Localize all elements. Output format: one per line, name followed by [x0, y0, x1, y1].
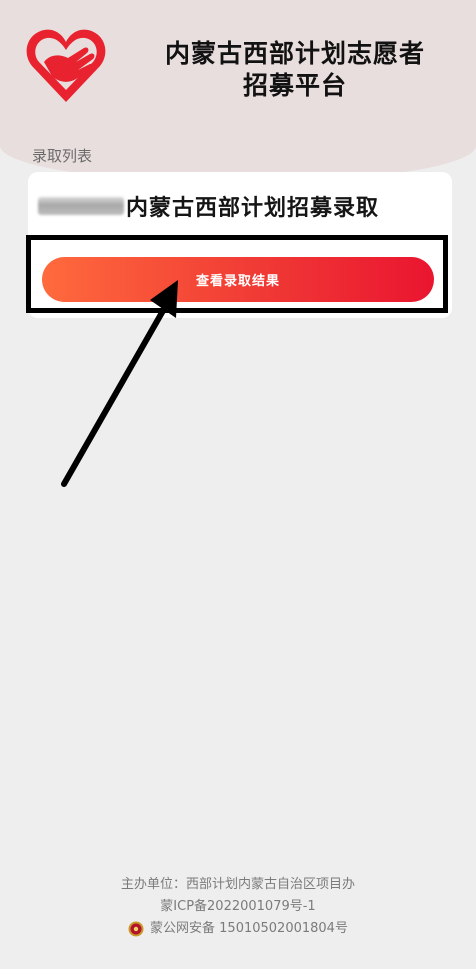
card-title-row: 内蒙古西部计划招募录取 [38, 190, 379, 222]
footer-police-row[interactable]: 蒙公网安备 15010502001804号 [128, 918, 348, 940]
footer-police[interactable]: 蒙公网安备 15010502001804号 [150, 918, 348, 940]
blurred-text-mask [38, 197, 124, 215]
police-badge-icon [128, 921, 144, 937]
title-line-2: 招募平台 [242, 71, 347, 100]
heart-hand-logo-icon [26, 29, 106, 103]
section-label: 录取列表 [32, 147, 93, 165]
view-result-button[interactable]: 查看录取结果 [42, 257, 434, 302]
title-line-1: 内蒙古西部计划志愿者 [164, 39, 425, 68]
footer-organizer: 主办单位：西部计划内蒙古自治区项目办 [120, 877, 355, 892]
card-title: 内蒙古西部计划招募录取 [126, 196, 380, 221]
page-title: 内蒙古西部计划志愿者 招募平台 [150, 38, 440, 102]
footer-icp-link[interactable]: 蒙ICP备2022001079号-1 [0, 896, 476, 918]
footer: 主办单位：西部计划内蒙古自治区项目办 蒙ICP备2022001079号-1 蒙公… [0, 874, 476, 945]
